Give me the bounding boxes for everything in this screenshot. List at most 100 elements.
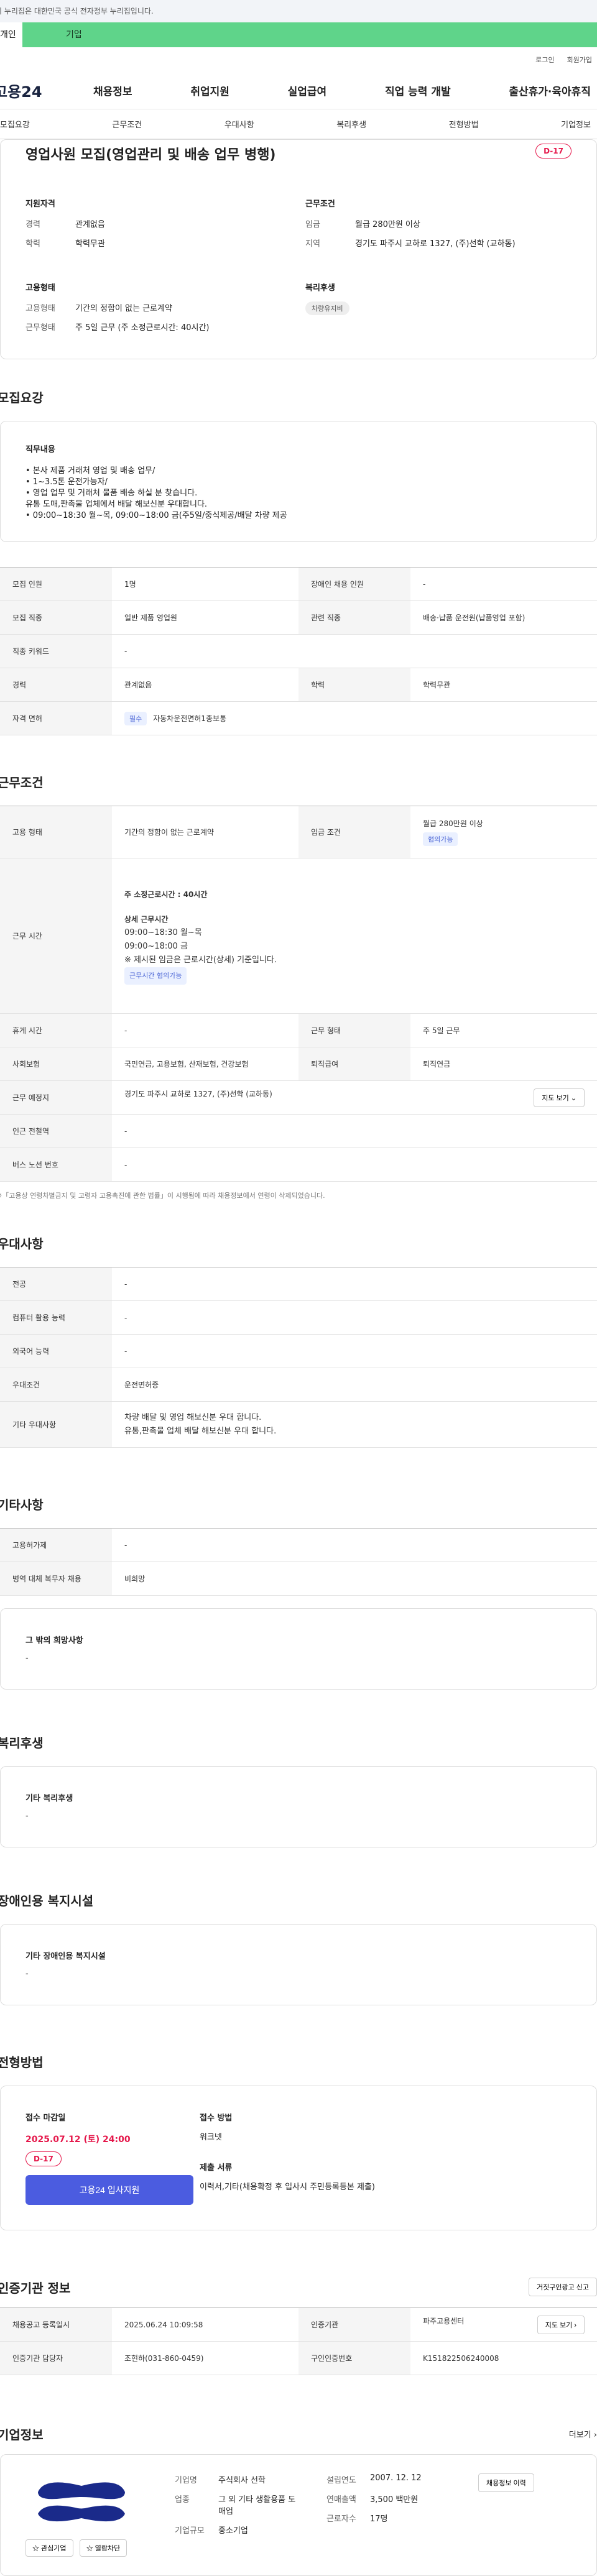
cert-id-label: 구인인증번호	[298, 2341, 410, 2375]
wage-value: 월급 280만원 이상	[423, 819, 483, 828]
retire-value: 퇴직연금	[410, 1047, 597, 1081]
pref-etc-label: 기타 우대사항	[0, 1401, 112, 1448]
co-staff-label: 근로자수	[326, 2514, 356, 2524]
disabled-box: 기타 장애인용 복지시설 -	[0, 1924, 597, 2005]
signup-link[interactable]: 회원가입	[567, 55, 592, 65]
method-heading: 접수 방법	[200, 2114, 233, 2123]
global-nav: 고용24 채용정보 취업지원 실업급여 직업 능력 개발 출산휴가·육아휴직	[0, 72, 597, 109]
duty-line: 유통 도매,판촉물 업체에서 배달 해보신분 우대합니다.	[25, 500, 208, 509]
table-row: 모집 직종 일반 제품 영업원 관련 직종 배송·납품 운전원(납품영업 포함)	[0, 600, 597, 635]
computer-value: -	[112, 1300, 597, 1335]
table-row: 자격 면허 필수 자동차운전면허1종보통	[0, 701, 597, 735]
job-value: 일반 제품 영업원	[112, 600, 298, 635]
insurance-label: 사회보험	[0, 1047, 112, 1081]
co-name-value: 주식회사 선학	[218, 2476, 266, 2485]
cert-head: 인증기관 정보 거짓구인광고 신고	[0, 2230, 597, 2307]
cert-map-button[interactable]: 지도 보기 ›	[537, 2315, 585, 2334]
cert-section-title: 인증기관 정보	[0, 2280, 71, 2296]
util-bar: 로그인 회원가입	[0, 47, 597, 72]
hours-line: 09:00~18:30 월~목	[124, 927, 202, 937]
welfare-heading: 기타 복리후생	[25, 1794, 73, 1803]
table-row: 인근 전철역 -	[0, 1114, 597, 1148]
co-name-label: 기업명	[175, 2476, 197, 2485]
subnav-work[interactable]: 근무조건	[112, 118, 142, 130]
subnav-welfare[interactable]: 복리후생	[336, 118, 366, 130]
table-row: 병역 대체 복무자 채용 비희망	[0, 1562, 597, 1596]
computer-label: 컴퓨터 활용 능력	[0, 1300, 112, 1335]
welfare-tag: 차량유지비	[305, 301, 349, 315]
table-row: 직종 키워드 -	[0, 634, 597, 668]
pref-etc-cell: 차량 배달 및 영업 해보신분 우대 합니다. 유통,판촉물 업체 배달 해보신…	[112, 1401, 597, 1448]
table-row: 고용허가제 -	[0, 1528, 597, 1562]
worktype-label: 근무형태	[25, 323, 55, 333]
deadline-heading: 접수 마감일	[25, 2114, 66, 2123]
logo[interactable]: 고용24	[0, 80, 93, 101]
tab-personal[interactable]: 개인	[0, 22, 22, 47]
reg-label: 채용공고 등록일시	[0, 2307, 112, 2342]
company-head: 기업정보 더보기 ›	[0, 2375, 597, 2454]
career-value: 관계없음	[112, 668, 298, 702]
gnb-unemployment[interactable]: 실업급여	[288, 83, 327, 98]
gnb-employment-support[interactable]: 취업지원	[190, 83, 229, 98]
gnb-leave[interactable]: 출산휴가·육아휴직	[509, 83, 591, 98]
license-label: 자격 면허	[0, 701, 112, 735]
co-biz-value: 그 외 기타 생활용품 도매업	[218, 2495, 296, 2516]
company-more-link[interactable]: 더보기 ›	[569, 2428, 597, 2440]
table-row: 기타 우대사항 차량 배달 및 영업 해보신분 우대 합니다. 유통,판촉물 업…	[0, 1401, 597, 1448]
block-company-button[interactable]: ☆ 열람차단	[79, 2539, 127, 2557]
cert-table: 채용공고 등록일시 2025.06.24 10:09:58 인증기관 파주고용센…	[0, 2307, 597, 2375]
disabled-heading: 기타 장애인용 복지시설	[25, 1952, 106, 1961]
table-row: 외국어 능력 -	[0, 1334, 597, 1368]
history-button[interactable]: 채용정보 이력	[478, 2473, 534, 2492]
reg-value: 2025.06.24 10:09:58	[112, 2307, 298, 2342]
section-nav: 모집요강 근무조건 우대사항 복리후생 전형방법 기업정보	[0, 109, 597, 139]
tab-corporate[interactable]: 기업	[22, 22, 147, 47]
place-value: 경기도 파주시 교하로 1327, (주)선학 (교하동)	[124, 1089, 272, 1098]
map-button[interactable]: 지도 보기 ⌄	[534, 1088, 585, 1107]
other-table: 고용허가제 - 병역 대체 복무자 채용 비희망	[0, 1528, 597, 1596]
headcount-value: 1명	[112, 567, 298, 601]
military-value: 비희망	[112, 1562, 597, 1596]
keyword-label: 직종 키워드	[0, 634, 112, 668]
subnav-apply[interactable]: 전형방법	[449, 118, 479, 130]
manager-value: 조현하(031-860-0459)	[112, 2341, 298, 2375]
hours-cell: 주 소정근로시간 : 40시간 상세 근무시간 09:00~18:30 월~목 …	[112, 858, 597, 1014]
docs-heading: 제출 서류	[200, 2163, 233, 2173]
hours-label: 근무 시간	[0, 858, 112, 1014]
wage-label: 임금 조건	[298, 806, 410, 858]
gnb-training[interactable]: 직업 능력 개발	[385, 83, 451, 98]
subnav-recruit[interactable]: 모집요강	[0, 118, 30, 130]
job-title: 영업사원 모집(영업관리 및 배송 업무 병행)	[25, 147, 276, 163]
table-row: 사회보험 국민연금, 고용보험, 산재보험, 건강보험 퇴직급여 퇴직연금	[0, 1047, 597, 1081]
table-row: 경력 관계없음 학력 학력무관	[0, 668, 597, 702]
permit-label: 고용허가제	[0, 1528, 112, 1562]
career-label: 경력	[25, 220, 40, 229]
dday-badge: D-17	[535, 144, 572, 159]
gov-banner: 이 누리집은 대한민국 공식 전자정부 누리집입니다.	[0, 0, 597, 22]
subnav-pref[interactable]: 우대사항	[224, 118, 254, 130]
login-link[interactable]: 로그인	[535, 55, 554, 65]
bus-label: 버스 노선 번호	[0, 1148, 112, 1182]
hours-detail-title: 상세 근무시간	[124, 914, 169, 924]
gnb-jobs[interactable]: 채용정보	[93, 83, 132, 98]
lang-label: 외국어 능력	[0, 1334, 112, 1368]
cert-id-value: K151822506240008	[410, 2341, 597, 2375]
fav-company-button[interactable]: ☆ 관심기업	[25, 2539, 73, 2557]
report-button[interactable]: 거짓구인광고 신고	[528, 2278, 597, 2296]
subnav-company[interactable]: 기업정보	[561, 118, 591, 130]
work-section-title: 근무조건	[0, 775, 44, 790]
recruit-table: 모집 인원 1명 장애인 채용 인원 - 모집 직종 일반 제품 영업원 관련 …	[0, 567, 597, 735]
age-note: ※「고용상 연령차별금지 및 고령자 고용촉진에 관한 법률」이 시행됨에 따라…	[0, 1192, 325, 1200]
edu-label: 학력	[25, 239, 40, 249]
apply-button[interactable]: 고용24 입사지원	[25, 2175, 193, 2205]
rest-value: -	[112, 1013, 298, 1047]
summary-card: 영업사원 모집(영업관리 및 배송 업무 병행) D-17 지원자격 경력 관계없…	[0, 139, 597, 359]
hours-note: ※ 제시된 임금은 근로시간(상세) 기준입니다.	[124, 955, 277, 965]
company-box: ☆ 관심기업 ☆ 열람차단 기업명 주식회사 선학 업종 그 외 기타 생활용품 도…	[0, 2454, 597, 2576]
retire-label: 퇴직급여	[298, 1047, 410, 1081]
table-row: 컴퓨터 활용 능력 -	[0, 1300, 597, 1335]
apply-box: 접수 마감일 2025.07.12 (토) 24:00 D-17 고용24 입사…	[0, 2086, 597, 2230]
pref-etc-line: 유통,판촉물 업체 배달 해보신분 우대 합니다.	[124, 1426, 277, 1436]
company-logo	[38, 2482, 125, 2522]
recruit-section-title: 모집요강	[0, 390, 44, 405]
